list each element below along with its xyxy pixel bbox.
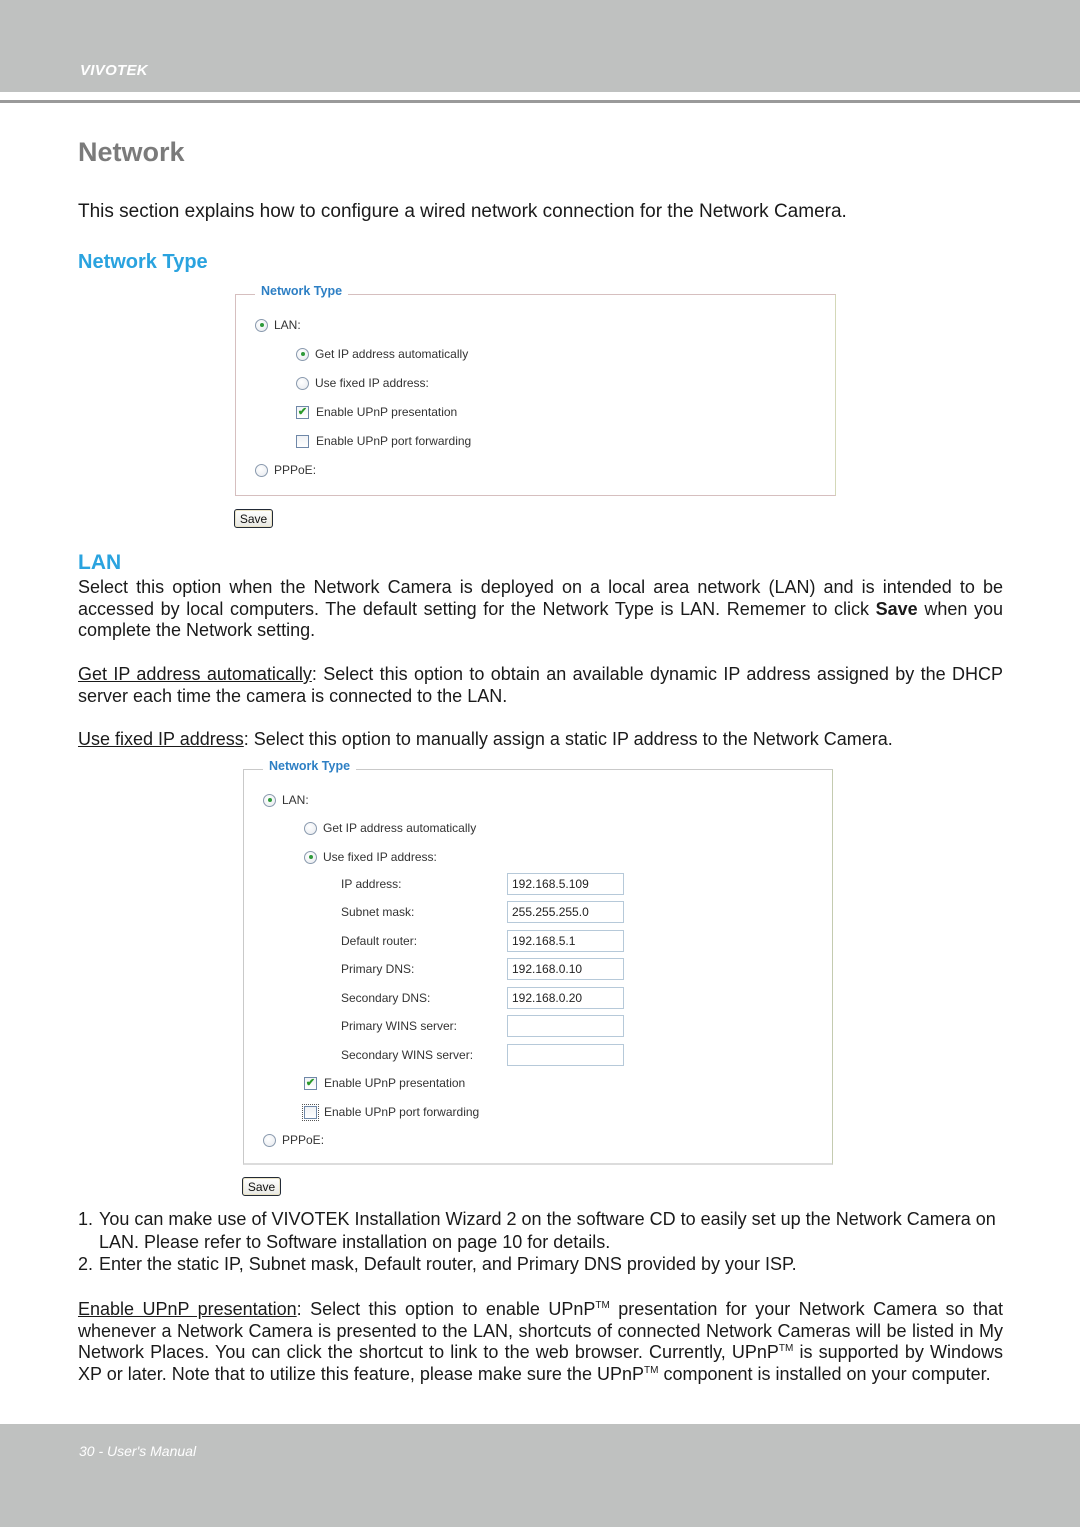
option-lan[interactable]: LAN: [255, 317, 301, 333]
upnp-presentation-description: Enable UPnP presentation: Select this op… [78, 1299, 1003, 1386]
pppoe-label: PPPoE: [274, 463, 317, 477]
option-use-fixed-ip[interactable]: Use fixed IP address: [296, 375, 429, 391]
lan-heading: LAN [78, 551, 122, 574]
use-fixed-ip-desc: : Select this option to manually assign … [243, 729, 893, 749]
note-number: 1. [78, 1209, 94, 1229]
option-upnp-port-forwarding[interactable]: Enable UPnP port forwarding [302, 1103, 480, 1121]
get-ip-auto-label: Get IP address automatically [315, 347, 469, 361]
upnp-presentation-checkbox[interactable]: ✔ [304, 1076, 317, 1090]
lan-radio[interactable] [255, 318, 268, 332]
primary-wins-input[interactable] [507, 1015, 624, 1037]
note-text: You can make use of VIVOTEK Installation… [99, 1209, 996, 1252]
get-ip-auto-label: Get IP address automatically [323, 821, 477, 835]
option-pppoe[interactable]: PPPoE: [263, 1132, 324, 1148]
fieldset-legend: Network Type [263, 759, 357, 773]
lan-label: LAN: [282, 793, 309, 807]
save-button[interactable]: Save [242, 1177, 281, 1196]
default-router-input[interactable] [507, 930, 624, 952]
fieldset-legend: Network Type [255, 284, 349, 298]
ip-address-label: IP address: [341, 877, 402, 891]
default-router-label: Default router: [341, 934, 418, 948]
option-get-ip-auto[interactable]: Get IP address automatically [304, 820, 476, 836]
pppoe-label: PPPoE: [282, 1133, 325, 1147]
upnp-port-forwarding-checkbox[interactable] [302, 1103, 319, 1121]
note-text: Enter the static IP, Subnet mask, Defaul… [99, 1254, 797, 1274]
option-lan[interactable]: LAN: [263, 792, 309, 808]
subnet-mask-input[interactable] [507, 901, 624, 923]
use-fixed-ip-description: Use fixed IP address: Select this option… [78, 729, 1003, 751]
lan-radio[interactable] [263, 793, 276, 807]
note-number: 2. [78, 1254, 94, 1274]
page-title: Network [78, 137, 185, 167]
ip-address-input[interactable] [507, 873, 624, 895]
primary-dns-input[interactable] [507, 958, 624, 980]
trademark-mark: TM [778, 1343, 794, 1355]
notes-list: 1. You can make use of VIVOTEK Installat… [78, 1208, 1003, 1276]
secondary-wins-label: Secondary WINS server: [341, 1048, 474, 1062]
get-ip-auto-term: Get IP address automatically [78, 664, 312, 684]
use-fixed-ip-term: Use fixed IP address [78, 729, 244, 749]
upnp-presentation-label: Enable UPnP presentation [316, 405, 458, 419]
use-fixed-ip-label: Use fixed IP address: [315, 376, 429, 390]
use-fixed-ip-radio[interactable] [296, 376, 309, 390]
save-term: Save [875, 598, 918, 619]
upnp-port-forwarding-checkbox[interactable] [296, 434, 309, 448]
header-band [0, 0, 1080, 92]
get-ip-auto-radio[interactable] [304, 821, 317, 835]
option-upnp-port-forwarding[interactable]: Enable UPnP port forwarding [296, 433, 471, 449]
get-ip-auto-radio[interactable] [296, 347, 309, 361]
primary-dns-label: Primary DNS: [341, 962, 415, 976]
upnp-port-forwarding-label: Enable UPnP port forwarding [324, 1105, 480, 1119]
upnp-desc-part: component is installed on your computer. [658, 1364, 991, 1385]
lan-desc-text: Select this option when the Network Came… [78, 577, 1003, 619]
fieldset-border [235, 294, 836, 496]
upnp-desc-part: : Select this option to enable UPnP [296, 1299, 596, 1319]
upnp-presentation-label: Enable UPnP presentation [324, 1076, 466, 1090]
page-footer: 30 - User's Manual [79, 1443, 197, 1459]
header-divider [0, 100, 1080, 103]
upnp-presentation-term: Enable UPnP presentation [78, 1299, 297, 1319]
option-upnp-presentation[interactable]: ✔ Enable UPnP presentation [296, 404, 457, 420]
lan-label: LAN: [274, 318, 301, 332]
pppoe-radio[interactable] [263, 1133, 276, 1147]
note-item: 2. Enter the static IP, Subnet mask, Def… [78, 1253, 1003, 1276]
lan-description: Select this option when the Network Came… [78, 577, 1003, 642]
subnet-mask-label: Subnet mask: [341, 905, 415, 919]
network-type-panel-fixed: Network Type LAN: Get IP address automat… [243, 759, 833, 1165]
pppoe-radio[interactable] [255, 463, 268, 477]
option-pppoe[interactable]: PPPoE: [255, 462, 316, 478]
get-ip-auto-description: Get IP address automatically: Select thi… [78, 664, 1003, 707]
footer-band [0, 1424, 1080, 1527]
upnp-presentation-checkbox[interactable]: ✔ [296, 405, 309, 419]
option-upnp-presentation[interactable]: ✔ Enable UPnP presentation [304, 1075, 465, 1091]
use-fixed-ip-radio[interactable] [304, 850, 317, 864]
secondary-dns-input[interactable] [507, 987, 624, 1009]
network-type-panel-auto: Network Type LAN: Get IP address automat… [235, 284, 836, 496]
save-button[interactable]: Save [234, 509, 273, 528]
secondary-dns-label: Secondary DNS: [341, 991, 431, 1005]
option-use-fixed-ip[interactable]: Use fixed IP address: [304, 849, 437, 865]
brand-logo: VIVOTEK [80, 62, 148, 79]
note-item: 1. You can make use of VIVOTEK Installat… [78, 1208, 1003, 1253]
trademark-mark: TM [595, 1300, 610, 1311]
primary-wins-label: Primary WINS server: [341, 1019, 458, 1033]
secondary-wins-input[interactable] [507, 1044, 624, 1066]
intro-text: This section explains how to configure a… [78, 201, 847, 222]
use-fixed-ip-label: Use fixed IP address: [323, 850, 437, 864]
option-get-ip-auto[interactable]: Get IP address automatically [296, 346, 468, 362]
upnp-port-forwarding-label: Enable UPnP port forwarding [316, 434, 472, 448]
section-heading-network-type: Network Type [78, 251, 208, 273]
trademark-mark: TM [643, 1365, 659, 1377]
